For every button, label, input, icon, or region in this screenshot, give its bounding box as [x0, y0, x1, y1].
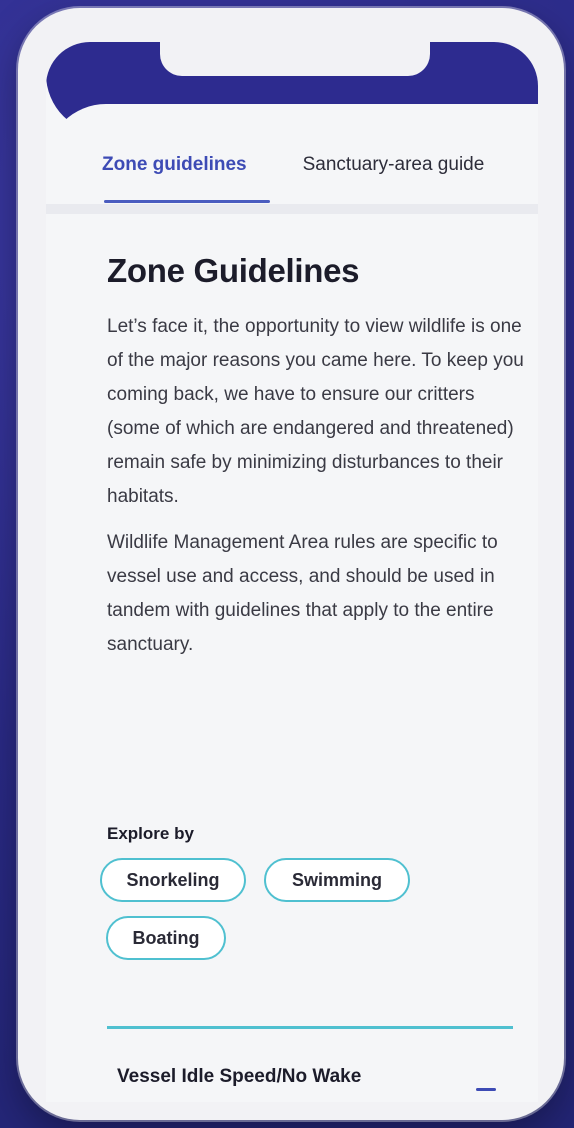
chip-boating[interactable]: Boating	[106, 916, 226, 960]
accordion-title[interactable]: Vessel Idle Speed/No Wake	[117, 1066, 361, 1088]
accordion-divider	[107, 1026, 513, 1029]
tab-zone-guidelines[interactable]: Zone guidelines	[102, 150, 247, 176]
explore-by-label: Explore by	[107, 824, 194, 843]
tab-sanctuary-area-guide[interactable]: Sanctuary-area guide	[303, 150, 485, 176]
page-title: Zone Guidelines	[107, 252, 360, 289]
tab-divider	[46, 204, 538, 214]
phone-notch	[160, 42, 430, 76]
chip-swimming[interactable]: Swimming	[264, 858, 410, 902]
rules-paragraph: Wildlife Management Area rules are speci…	[107, 532, 498, 655]
main-content: Zone Guidelines Let’s face it, the oppor…	[107, 252, 527, 662]
tab-bar: Zone guidelines Sanctuary-area guide	[46, 150, 538, 206]
app-screen: Zone guidelines Sanctuary-area guide Zon…	[46, 42, 538, 1102]
phone-frame: Zone guidelines Sanctuary-area guide Zon…	[18, 8, 564, 1120]
active-tab-indicator	[104, 200, 270, 203]
intro-paragraph: Let’s face it, the opportunity to view w…	[107, 316, 524, 507]
chip-snorkeling[interactable]: Snorkeling	[100, 858, 246, 902]
minus-icon[interactable]	[476, 1088, 496, 1091]
